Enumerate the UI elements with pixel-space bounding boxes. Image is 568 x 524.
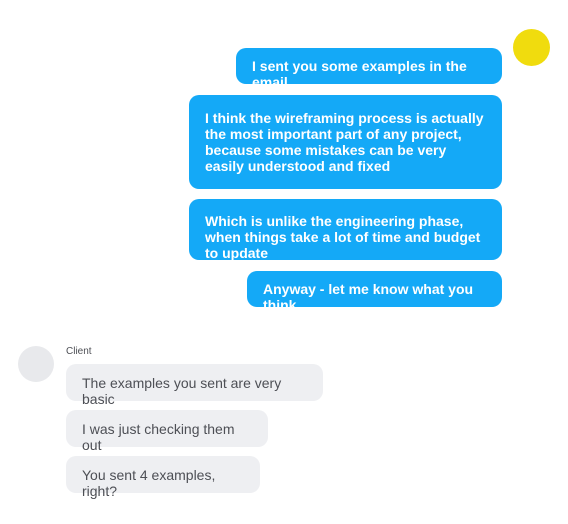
outgoing-message: Anyway - let me know what you think <box>247 271 502 313</box>
client-name-label: Client <box>66 346 92 357</box>
client-avatar <box>18 346 54 382</box>
incoming-message: The examples you sent are very basic <box>66 364 323 407</box>
outgoing-message: I sent you some examples in the email <box>236 48 502 90</box>
incoming-message: You sent 4 examples, right? <box>66 456 260 499</box>
my-avatar <box>513 29 550 66</box>
outgoing-message: Which is unlike the engineering phase, w… <box>189 199 502 261</box>
outgoing-message: I think the wireframing process is actua… <box>189 95 502 189</box>
incoming-message: I was just checking them out <box>66 410 268 453</box>
